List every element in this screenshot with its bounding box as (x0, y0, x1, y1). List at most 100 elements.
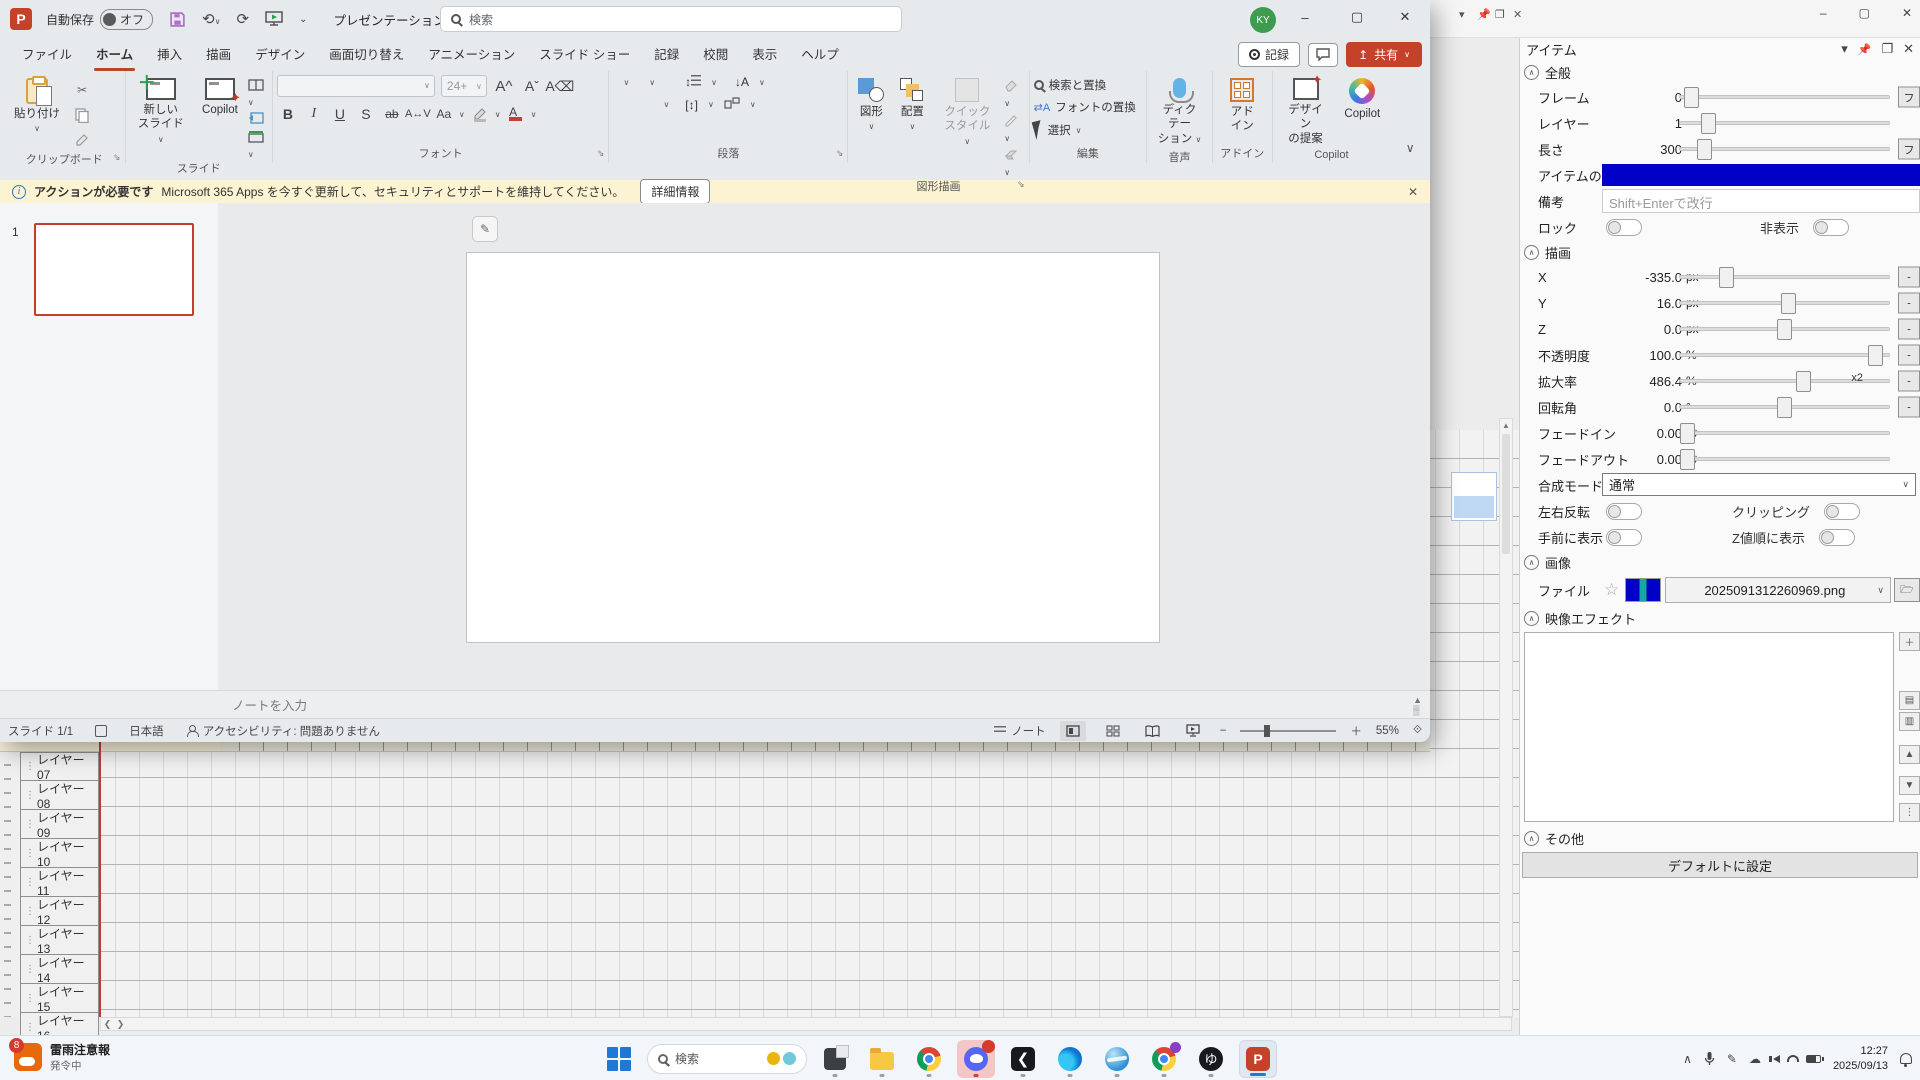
ribbon-tab[interactable]: 校閲 (691, 38, 740, 71)
edge-button[interactable]: - (1898, 397, 1920, 418)
system-tray-group[interactable] (1773, 1055, 1821, 1063)
highlight-color-icon[interactable] (469, 103, 491, 125)
change-case-button[interactable]: Aa (433, 103, 455, 125)
panel-restore-icon[interactable]: ❐ (1495, 8, 1505, 21)
ribbon-tab[interactable]: ホーム (84, 38, 145, 71)
ribbon-tab[interactable]: 記録 (642, 38, 691, 71)
text-direction-icon[interactable]: ↓A (735, 75, 749, 89)
taskbar-app-edge[interactable] (1051, 1040, 1089, 1078)
font-name-combobox[interactable]: ∨ (277, 75, 435, 97)
timeline-layer-row[interactable]: ⋮ レイヤー 12 (20, 897, 99, 926)
shape-effects-icon[interactable]: ∨ (1004, 149, 1024, 178)
ribbon-tab[interactable]: 挿入 (145, 38, 194, 71)
autosave-control[interactable]: 自動保存 オフ (46, 9, 153, 30)
slider-track[interactable] (1679, 431, 1890, 435)
browse-folder-button[interactable]: 🗁 (1894, 578, 1920, 602)
taskbar-app-viewer[interactable] (1098, 1040, 1136, 1078)
tray-expand-icon[interactable]: ∧ (1683, 1052, 1692, 1066)
save-icon[interactable] (169, 11, 186, 28)
copilot-slides-button[interactable]: ✦ Copilot (196, 75, 244, 120)
drag-handle-icon[interactable]: ⋮ (25, 761, 33, 772)
timeline-playhead[interactable] (99, 742, 101, 1017)
drag-handle-icon[interactable]: ⋮ (25, 790, 33, 801)
ribbon-tab[interactable]: 描画 (194, 38, 243, 71)
taskbar-app-file-explorer[interactable] (863, 1040, 901, 1078)
slider-thumb[interactable] (1781, 293, 1796, 314)
bg-minimize-icon[interactable]: – (1820, 6, 1827, 20)
dialog-launcher-icon[interactable]: ⇘ (1017, 179, 1025, 190)
taskbar-app-powerpoint[interactable]: P (1239, 1040, 1277, 1078)
collapse-icon[interactable]: ∧ (1524, 555, 1539, 570)
weather-widget[interactable]: 8 雷雨注意報 発令中 (14, 1041, 110, 1073)
section-other[interactable]: ∧ その他 (1520, 826, 1920, 850)
shape-outline-icon[interactable]: ∨ (1004, 114, 1024, 144)
avatar[interactable]: KY (1250, 7, 1276, 33)
taskbar-clock[interactable]: 12:27 2025/09/13 (1833, 1044, 1888, 1074)
ribbon-tab[interactable]: 画面切り替え (317, 38, 416, 71)
timeline-layer-row[interactable]: ⋮ レイヤー 07 (20, 752, 99, 781)
section-image[interactable]: ∧ 画像 (1520, 550, 1920, 574)
paste-button[interactable]: 貼り付け ∨ (8, 75, 66, 137)
drag-handle-icon[interactable]: ⋮ (25, 906, 33, 917)
bg-maximize-icon[interactable]: ▢ (1859, 6, 1870, 20)
timeline-layer-row[interactable]: ⋮ レイヤー 11 (20, 868, 99, 897)
slider-thumb[interactable] (1719, 267, 1734, 288)
shapes-button[interactable]: 図形∨ (852, 75, 890, 135)
slider-track[interactable] (1679, 121, 1890, 125)
arrange-button[interactable]: 配置∨ (894, 75, 930, 135)
maximize-button[interactable]: ▢ (1335, 0, 1379, 34)
panel-menu-icon[interactable]: ▾ (1459, 8, 1465, 21)
add-effect-button[interactable]: ＋ (1899, 632, 1920, 651)
dialog-launcher-icon[interactable]: ⇘ (597, 148, 605, 159)
taskbar-app-chrome[interactable] (910, 1040, 948, 1078)
taskbar-app-screenshot-tool[interactable] (816, 1040, 854, 1078)
fit-to-window-icon[interactable]: ⟐ (1413, 724, 1422, 737)
left-toggle[interactable] (1606, 503, 1642, 520)
reading-view-button[interactable] (1140, 721, 1166, 741)
scroll-up-icon[interactable]: ▲ (1500, 419, 1512, 432)
shape-fill-icon[interactable]: ∨ (1004, 79, 1024, 109)
accessibility-status[interactable]: アクセシビリティ: 問題ありません (186, 723, 380, 739)
drag-handle-icon[interactable]: ⋮ (25, 964, 33, 975)
clear-formatting-icon[interactable]: A⌫ (549, 75, 571, 97)
strikethrough-button[interactable]: ab (381, 103, 403, 125)
timeline-layer-row[interactable]: ⋮ レイヤー 09 (20, 810, 99, 839)
search-box[interactable]: 検索 (440, 6, 902, 32)
reset-icon[interactable] (248, 112, 268, 127)
onedrive-tray-icon[interactable]: ☁ (1749, 1052, 1761, 1066)
powerpoint-logo-icon[interactable]: P (10, 8, 32, 30)
slider-track[interactable] (1679, 457, 1890, 461)
panel-float-icon[interactable]: ❐ (1881, 41, 1893, 57)
taskbar-app-yukkuri[interactable]: ゆ (1192, 1040, 1230, 1078)
timeline-vscrollbar[interactable]: ▲ (1499, 418, 1513, 1017)
close-button[interactable]: ✕ (1383, 0, 1427, 34)
zoom-in-icon[interactable]: ＋ (1350, 723, 1362, 739)
design-ideas-button[interactable]: ✦ デザインの提案 (1277, 75, 1335, 149)
bold-button[interactable]: B (277, 103, 299, 125)
timeline-hscrollbar[interactable]: ❮ ❯ (100, 1017, 1512, 1031)
bg-close-icon[interactable]: ✕ (1902, 6, 1912, 20)
increase-font-icon[interactable]: A^ (493, 75, 515, 97)
taskbar-search[interactable]: 検索 (647, 1044, 807, 1074)
drag-handle-icon[interactable]: ⋮ (25, 819, 33, 830)
edge-button[interactable]: - (1898, 267, 1920, 288)
slider-thumb[interactable] (1701, 113, 1716, 134)
slider-thumb[interactable] (1680, 449, 1695, 470)
floating-tool-button[interactable]: ✎ (472, 216, 498, 242)
zoom-slider[interactable] (1240, 730, 1336, 732)
favorite-star-icon[interactable]: ☆ (1604, 580, 1619, 600)
dialog-launcher-icon[interactable]: ⇘ (836, 148, 844, 159)
minimize-button[interactable]: – (1283, 0, 1327, 34)
edge-button[interactable]: - (1898, 319, 1920, 340)
drag-handle-icon[interactable]: ⋮ (25, 935, 33, 946)
timeline-layer-row[interactable]: ⋮ レイヤー 14 (20, 955, 99, 984)
collapse-icon[interactable]: ∧ (1524, 611, 1539, 626)
dialog-launcher-icon[interactable]: ⇘ (113, 152, 121, 163)
slide-canvas[interactable] (466, 252, 1160, 643)
dismiss-notification-icon[interactable]: ✕ (1408, 185, 1418, 199)
slider-track[interactable] (1679, 353, 1890, 357)
file-select[interactable]: 2025091312260969.png ∨ (1665, 577, 1891, 603)
layout-icon[interactable]: ∨ (248, 79, 268, 108)
notes-toggle[interactable]: ノート (994, 723, 1046, 739)
panel-close-icon[interactable]: ✕ (1903, 41, 1914, 57)
